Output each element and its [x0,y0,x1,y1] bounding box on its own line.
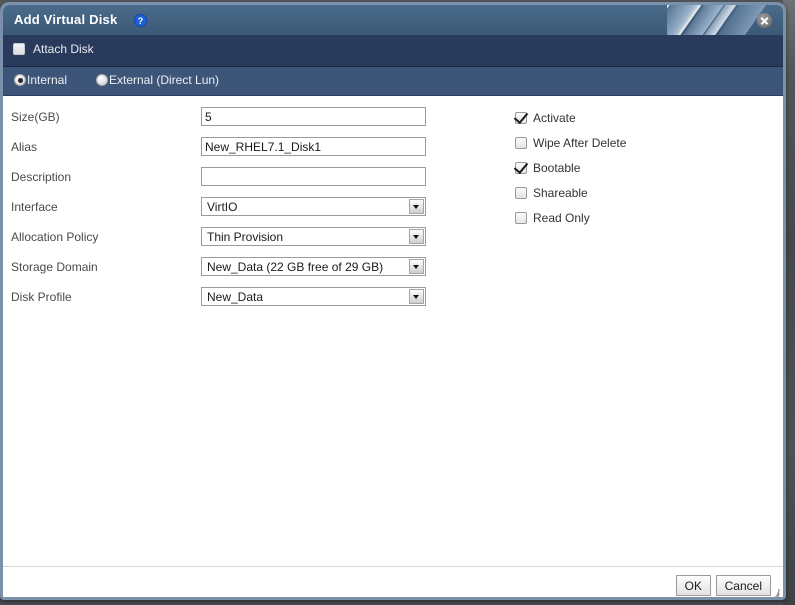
help-circle-icon[interactable]: ? [133,13,148,28]
label-description: Description [11,170,72,184]
label-size: Size(GB) [11,110,60,124]
storage-domain-select-value: New_Data (22 GB free of 29 GB) [207,260,384,274]
form-row-alias: Alias [3,137,473,159]
radio-external-direct-lun[interactable]: External (Direct Lun) [96,73,219,87]
radio-external-label: External (Direct Lun) [109,73,220,87]
attach-disk-section: Attach Disk [3,35,783,67]
label-storage-domain: Storage Domain [11,260,98,274]
read-only-checkbox-box [515,212,527,224]
allocation-policy-select-value: Thin Provision [207,230,284,244]
label-alias: Alias [11,140,38,154]
form-row-allocation-policy: Allocation Policy Thin Provision [3,227,473,249]
field-size-wrapper [201,107,426,126]
wipe-after-delete-checkbox-box [515,137,527,149]
field-storage-domain-wrapper: New_Data (22 GB free of 29 GB) [201,257,426,276]
field-allocation-policy-wrapper: Thin Provision [201,227,426,246]
option-shareable[interactable]: Shareable [515,185,588,201]
alias-input[interactable] [201,137,426,156]
field-description-wrapper [201,167,426,186]
field-alias-wrapper [201,137,426,156]
description-input[interactable] [201,167,426,186]
disk-type-section: Internal External (Direct Lun) [3,67,783,96]
allocation-policy-select[interactable]: Thin Provision [201,227,426,246]
label-disk-profile: Disk Profile [11,290,72,304]
close-icon[interactable] [757,13,772,28]
dialog-titlebar: Add Virtual Disk ? [3,5,783,35]
option-bootable[interactable]: Bootable [515,160,580,176]
ok-button[interactable]: OK [675,575,711,596]
radio-external-circle [96,74,108,86]
activate-label: Activate [533,111,576,125]
interface-select-value: VirtIO [207,200,238,214]
chevron-down-icon[interactable] [409,229,424,244]
size-input[interactable] [201,107,426,126]
svg-text:?: ? [138,16,144,26]
chevron-down-icon[interactable] [409,199,424,214]
interface-select[interactable]: VirtIO [201,197,426,216]
chevron-down-icon[interactable] [409,259,424,274]
read-only-label: Read Only [533,211,590,225]
activate-checkbox-box [515,112,527,124]
dialog-title: Add Virtual Disk [14,12,118,27]
form-row-interface: Interface VirtIO [3,197,473,219]
chevron-down-icon[interactable] [409,289,424,304]
field-interface-wrapper: VirtIO [201,197,426,216]
bootable-label: Bootable [533,161,581,175]
attach-disk-checkbox-box [13,43,25,55]
storage-domain-select[interactable]: New_Data (22 GB free of 29 GB) [201,257,426,276]
radio-internal[interactable]: Internal [14,73,67,87]
shareable-label: Shareable [533,186,588,200]
form-row-disk-profile: Disk Profile New_Data [3,287,473,309]
cancel-button[interactable]: Cancel [715,575,771,596]
radio-internal-label: Internal [27,73,68,87]
form-row-size: Size(GB) [3,107,473,129]
option-read-only[interactable]: Read Only [515,210,590,226]
dialog-body: Size(GB) Alias Description [3,96,783,567]
form-row-description: Description [3,167,473,189]
attach-disk-checkbox[interactable]: Attach Disk [13,42,94,56]
disk-profile-select[interactable]: New_Data [201,287,426,306]
option-activate[interactable]: Activate [515,110,576,126]
field-disk-profile-wrapper: New_Data [201,287,426,306]
add-virtual-disk-dialog: Add Virtual Disk ? Attach Disk Internal … [0,2,786,600]
disk-profile-select-value: New_Data [207,290,264,304]
radio-internal-circle [14,74,26,86]
shareable-checkbox-box [515,187,527,199]
dialog-footer: OK Cancel [3,567,783,597]
form-row-storage-domain: Storage Domain New_Data (22 GB free of 2… [3,257,473,279]
wipe-after-delete-label: Wipe After Delete [533,136,627,150]
label-allocation-policy: Allocation Policy [11,230,99,244]
bootable-checkbox-box [515,162,527,174]
option-wipe-after-delete[interactable]: Wipe After Delete [515,135,626,151]
label-interface: Interface [11,200,58,214]
attach-disk-label: Attach Disk [33,42,94,56]
